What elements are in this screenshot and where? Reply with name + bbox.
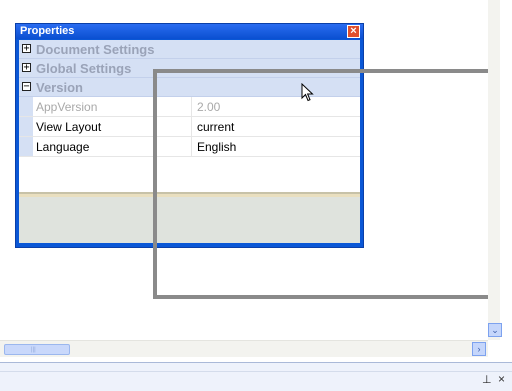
properties-titlebar[interactable]: Properties × [16, 24, 363, 39]
properties-title: Properties [20, 25, 75, 37]
category-label: Document Settings [36, 42, 155, 57]
scroll-thumb[interactable]: ||| [4, 344, 70, 355]
vertical-scrollbar[interactable] [488, 0, 500, 340]
close-x-icon[interactable]: × [498, 372, 505, 386]
drag-outline [153, 69, 499, 299]
divider [0, 371, 512, 372]
row-gutter [19, 137, 33, 156]
expand-icon[interactable]: + [22, 63, 31, 73]
cursor-arrow-icon [301, 83, 314, 102]
property-name: View Layout [36, 120, 102, 134]
scroll-down-icon[interactable]: ⌄ [488, 323, 502, 337]
category-document-settings[interactable]: + Document Settings [19, 40, 360, 59]
collapse-icon[interactable]: − [22, 82, 31, 92]
expand-icon[interactable]: + [22, 44, 31, 54]
category-label: Version [36, 80, 83, 95]
category-label: Global Settings [36, 61, 132, 76]
property-name: Language [36, 140, 90, 154]
scroll-right-icon[interactable]: › [472, 342, 486, 356]
grip-icon: ||| [31, 347, 36, 353]
pin-icon[interactable]: ⊥ [482, 373, 492, 386]
property-name: AppVersion [36, 100, 98, 114]
row-gutter [19, 117, 33, 136]
row-gutter [19, 97, 33, 116]
close-icon[interactable]: × [347, 25, 360, 38]
bottom-panel-header: ⊥ × [0, 362, 512, 391]
horizontal-scrollbar[interactable]: ||| [0, 340, 488, 357]
